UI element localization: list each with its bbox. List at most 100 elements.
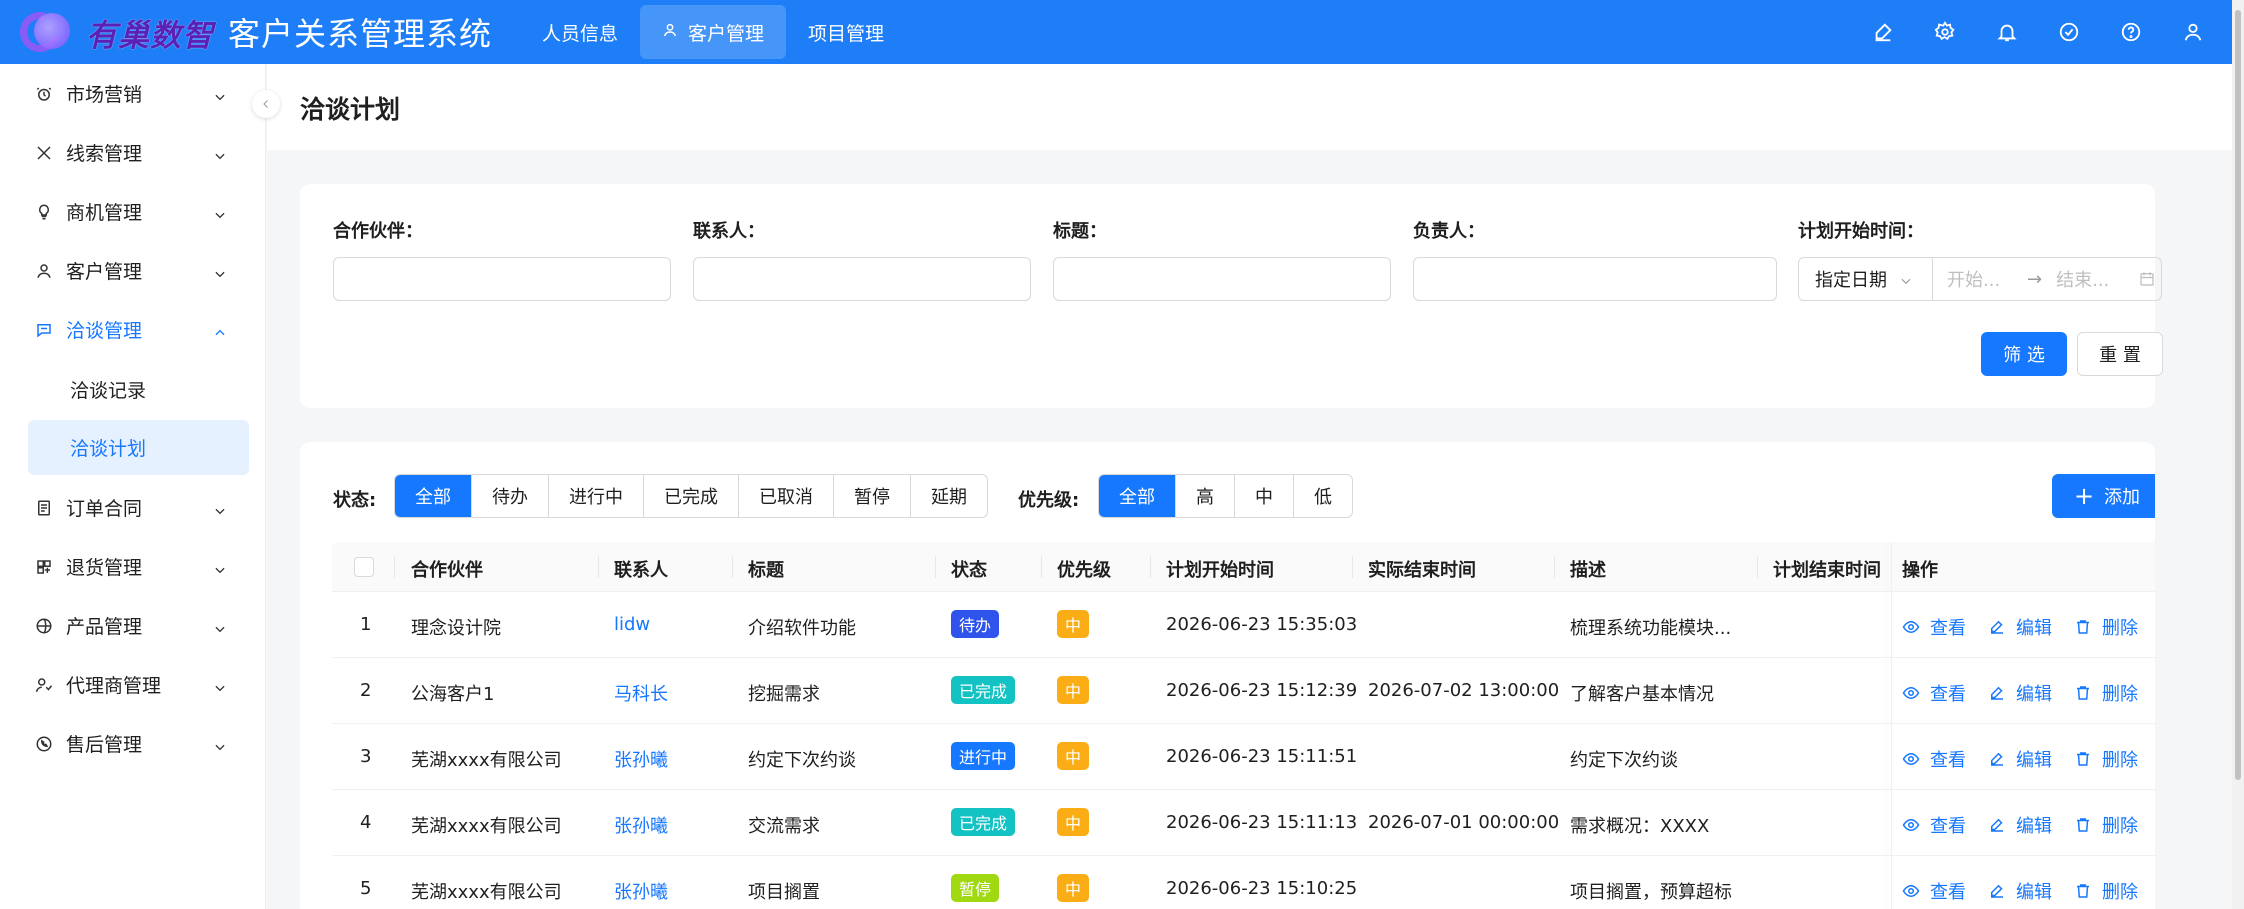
cell-plan-start: 2026-06-23 15:10:25 xyxy=(1166,878,1358,899)
cell-contact-link[interactable]: 张孙曦 xyxy=(614,878,668,904)
topnav-item-personnel[interactable]: 人员信息 xyxy=(520,5,640,59)
edit-button[interactable]: 编辑 xyxy=(1988,614,2052,640)
column-header-plan-end[interactable]: 计划结束时间 xyxy=(1773,556,1881,582)
column-header-desc[interactable]: 描述 xyxy=(1570,556,1606,582)
priority-segmented: 全部 高 中 低 xyxy=(1098,474,1353,518)
cell-contact-link[interactable]: 张孙曦 xyxy=(614,812,668,838)
add-button[interactable]: + 添加 xyxy=(2052,474,2155,518)
sidebar-item-marketing[interactable]: 市场营销 xyxy=(0,64,265,123)
alarm-icon xyxy=(34,84,54,104)
priority-badge: 中 xyxy=(1057,610,1090,638)
delete-button[interactable]: 删除 xyxy=(2074,812,2138,838)
sidebar-item-orders[interactable]: 订单合同 xyxy=(0,478,265,537)
status-option-cancelled[interactable]: 已取消 xyxy=(738,475,833,517)
sidebar-item-returns[interactable]: 退货管理 xyxy=(0,537,265,596)
delete-button[interactable]: 删除 xyxy=(2074,614,2138,640)
delete-button[interactable]: 删除 xyxy=(2074,680,2138,706)
priority-option-medium[interactable]: 中 xyxy=(1234,475,1293,517)
contact-input[interactable] xyxy=(693,257,1031,301)
logo[interactable]: 有巢数智 客户关系管理系统 xyxy=(0,0,520,64)
chevron-down-icon xyxy=(213,678,227,692)
view-button[interactable]: 查看 xyxy=(1902,746,1966,772)
column-header-status[interactable]: 状态 xyxy=(951,556,987,582)
sidebar: 市场营销 线索管理 商机管理 客户管理 洽谈管理 洽谈记录 洽谈计划 订单合同 … xyxy=(0,64,266,909)
sidebar-item-aftersales[interactable]: 售后管理 xyxy=(0,714,265,773)
view-button[interactable]: 查看 xyxy=(1902,878,1966,904)
add-button-label: 添加 xyxy=(2104,487,2141,508)
topnav-label: 客户管理 xyxy=(688,22,765,45)
select-all-checkbox[interactable] xyxy=(354,557,374,577)
edit-button[interactable]: 编辑 xyxy=(1988,812,2052,838)
sidebar-item-agents[interactable]: 代理商管理 xyxy=(0,655,265,714)
end-date-input[interactable]: 结束... xyxy=(2056,266,2132,292)
filter-button[interactable]: 筛 选 xyxy=(1981,332,2067,376)
page-scrollbar[interactable] xyxy=(2232,0,2244,909)
brand-name: 有巢数智 xyxy=(86,17,214,54)
bell-icon[interactable] xyxy=(1976,0,2038,64)
cell-desc: 约定下次约谈 xyxy=(1570,750,1678,771)
check-circle-icon[interactable] xyxy=(2038,0,2100,64)
column-header-title[interactable]: 标题 xyxy=(748,556,784,582)
range-arrow: → xyxy=(2027,268,2043,290)
delete-button[interactable]: 删除 xyxy=(2074,878,2138,904)
delete-label: 删除 xyxy=(2102,684,2138,705)
priority-option-high[interactable]: 高 xyxy=(1175,475,1234,517)
owner-input[interactable] xyxy=(1413,257,1777,301)
user-icon[interactable] xyxy=(2162,0,2224,64)
cell-title: 介绍软件功能 xyxy=(748,618,856,639)
column-separator xyxy=(1554,556,1555,578)
sidebar-collapse-button[interactable] xyxy=(252,90,280,118)
status-option-paused[interactable]: 暂停 xyxy=(833,475,910,517)
view-button[interactable]: 查看 xyxy=(1902,614,1966,640)
view-button[interactable]: 查看 xyxy=(1902,812,1966,838)
date-mode-select[interactable]: 指定日期 xyxy=(1799,258,1933,300)
edit-button[interactable]: 编辑 xyxy=(1988,746,2052,772)
status-option-todo[interactable]: 待办 xyxy=(471,475,548,517)
topnav-item-project[interactable]: 项目管理 xyxy=(786,5,906,59)
status-option-doing[interactable]: 进行中 xyxy=(548,475,643,517)
sidebar-item-label: 产品管理 xyxy=(66,616,143,638)
sidebar-item-leads[interactable]: 线索管理 xyxy=(0,123,265,182)
status-option-delayed[interactable]: 延期 xyxy=(910,475,987,517)
scrollbar-thumb[interactable] xyxy=(2235,10,2241,780)
cell-title: 项目搁置 xyxy=(748,882,820,903)
partner-input[interactable] xyxy=(333,257,671,301)
priority-option-all[interactable]: 全部 xyxy=(1099,475,1175,517)
priority-badge: 中 xyxy=(1057,808,1090,836)
sidebar-item-opportunity[interactable]: 商机管理 xyxy=(0,182,265,241)
cell-partner: 理念设计院 xyxy=(411,618,501,639)
column-header-contact[interactable]: 联系人 xyxy=(614,556,668,582)
priority-filter-label: 优先级: xyxy=(1018,490,1080,511)
sidebar-item-customer[interactable]: 客户管理 xyxy=(0,241,265,300)
sidebar-subitem-negotiation-record[interactable]: 洽谈记录 xyxy=(28,362,249,417)
edit-button[interactable]: 编辑 xyxy=(1988,878,2052,904)
sidebar-subitem-negotiation-plan[interactable]: 洽谈计划 xyxy=(28,420,249,475)
date-range-picker: 指定日期 开始... → 结束... xyxy=(1798,257,2162,301)
view-button[interactable]: 查看 xyxy=(1902,680,1966,706)
return-icon xyxy=(34,557,54,577)
status-option-all[interactable]: 全部 xyxy=(395,475,471,517)
help-icon[interactable] xyxy=(2100,0,2162,64)
edit-button[interactable]: 编辑 xyxy=(1988,680,2052,706)
sidebar-item-products[interactable]: 产品管理 xyxy=(0,596,265,655)
column-header-partner[interactable]: 合作伙伴 xyxy=(411,556,483,582)
column-header-actual-end[interactable]: 实际结束时间 xyxy=(1368,556,1476,582)
status-option-done[interactable]: 已完成 xyxy=(643,475,738,517)
delete-button[interactable]: 删除 xyxy=(2074,746,2138,772)
top-nav: 人员信息 客户管理 项目管理 xyxy=(520,5,906,59)
cell-contact-link[interactable]: 马科长 xyxy=(614,680,668,706)
topnav-item-customer[interactable]: 客户管理 xyxy=(640,5,787,59)
priority-option-low[interactable]: 低 xyxy=(1293,475,1352,517)
title-input[interactable] xyxy=(1053,257,1391,301)
brush-icon[interactable] xyxy=(1852,0,1914,64)
column-header-priority[interactable]: 优先级 xyxy=(1057,556,1111,582)
cell-actual-end: 2026-07-02 13:00:00 xyxy=(1368,680,1560,701)
cell-contact-link[interactable]: 张孙曦 xyxy=(614,746,668,772)
page-header: 洽谈计划 xyxy=(267,64,2232,150)
start-date-input[interactable]: 开始... xyxy=(1947,266,2023,292)
column-header-plan-start[interactable]: 计划开始时间 xyxy=(1166,556,1274,582)
reset-button[interactable]: 重 置 xyxy=(2077,332,2163,376)
cell-contact-link[interactable]: lidw xyxy=(614,614,650,635)
sidebar-item-negotiation[interactable]: 洽谈管理 xyxy=(0,300,265,359)
gear-icon[interactable] xyxy=(1914,0,1976,64)
